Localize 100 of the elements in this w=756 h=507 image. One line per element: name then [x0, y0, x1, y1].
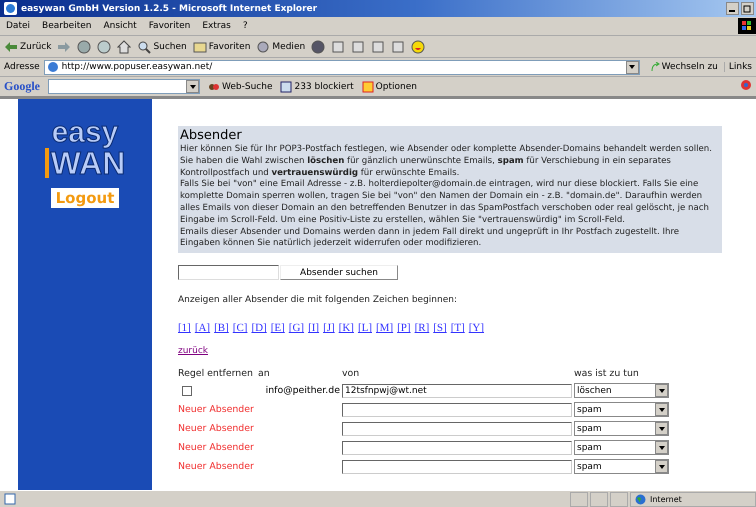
- checkbox[interactable]: [182, 386, 192, 396]
- toolbar-button[interactable]: [97, 40, 112, 54]
- info-paragraph: Hier können Sie für Ihr POP3-Postfach festlegen, wie Absender oder komplette Absender-Domains behandelt werden sollen. Sie haben die Wahl zwischen löschen für gänzlich unerwünschte Emails, spam für Verschiebung in ein separates Kontrollpostfach und vertrauenswürdig für erwünschte Emails.: [180, 144, 713, 180]
- toolbar-button[interactable]: [77, 40, 92, 54]
- arrow-icon: [650, 62, 660, 72]
- links-button[interactable]: Links: [728, 62, 756, 72]
- caret-icon: [629, 65, 636, 69]
- menu-item[interactable]: Favoriten: [148, 21, 190, 31]
- dropdown-button[interactable]: [626, 60, 639, 74]
- new-sender-label: Neuer Absender: [178, 423, 255, 434]
- square-icon: [371, 40, 386, 54]
- go-button[interactable]: Wechseln zu: [644, 62, 725, 72]
- menu-item[interactable]: ?: [242, 21, 248, 31]
- action-dropdown[interactable]: spam: [574, 402, 669, 418]
- status-panel: [570, 492, 588, 506]
- toolbar-button[interactable]: Favoriten: [192, 40, 250, 54]
- back-arrow-icon: [4, 40, 18, 52]
- menu-item[interactable]: Datei: [6, 21, 30, 31]
- filter-label: Anzeigen aller Absender die mit folgenden Zeichen beginnen:: [178, 295, 457, 306]
- web-search-button[interactable]: Web-Suche: [208, 80, 272, 92]
- letter-link[interactable]: [1]: [178, 322, 191, 334]
- sender-field[interactable]: [342, 402, 572, 417]
- menu-item[interactable]: Extras: [202, 21, 231, 31]
- caret-icon: [658, 388, 664, 393]
- browser-icon: [4, 2, 17, 15]
- smiley-icon: [411, 40, 426, 54]
- letter-link[interactable]: [M]: [376, 322, 394, 334]
- letter-link[interactable]: [T]: [450, 322, 465, 334]
- new-sender-label: Neuer Absender: [178, 442, 255, 454]
- restore-button[interactable]: [741, 2, 754, 15]
- forward-arrow-icon: [57, 40, 72, 52]
- column-header: an: [258, 368, 271, 380]
- caret-icon: [658, 426, 664, 431]
- section-heading: Absender: [180, 128, 243, 144]
- circle-icon: [311, 40, 326, 54]
- action-dropdown[interactable]: spam: [574, 440, 669, 456]
- letter-link[interactable]: [C]: [232, 322, 248, 334]
- google-search-field[interactable]: [48, 79, 200, 94]
- popup-blocker-button[interactable]: 233 blockiert: [280, 80, 354, 92]
- caret-icon: [658, 464, 664, 469]
- toolbar-button[interactable]: [371, 40, 386, 54]
- google-logo[interactable]: Google: [4, 79, 40, 94]
- square-icon: [331, 40, 346, 54]
- sender-field[interactable]: [342, 460, 572, 474]
- toolbar-button[interactable]: [411, 40, 426, 54]
- status-panel: [610, 492, 628, 506]
- caret-icon: [658, 408, 664, 412]
- options-button[interactable]: Optionen: [362, 80, 417, 92]
- back-link[interactable]: zurück: [178, 346, 208, 356]
- action-dropdown[interactable]: spam: [574, 459, 669, 474]
- letter-link[interactable]: [S]: [433, 322, 447, 334]
- letter-link[interactable]: [A]: [194, 322, 210, 334]
- letter-link[interactable]: [L]: [358, 322, 372, 334]
- letter-link[interactable]: [E]: [270, 322, 285, 334]
- sender-field[interactable]: [342, 422, 572, 436]
- status-panel: [590, 492, 608, 506]
- toolbar-button[interactable]: [311, 40, 326, 54]
- home-icon: [117, 40, 132, 54]
- column-header: Regel entfernen: [178, 368, 254, 380]
- toolbar-button[interactable]: Medien: [256, 40, 306, 54]
- toolbar-button[interactable]: [331, 40, 346, 54]
- sender-field[interactable]: [342, 440, 572, 455]
- action-dropdown[interactable]: löschen: [574, 383, 669, 398]
- letter-link[interactable]: [I]: [308, 322, 320, 334]
- page-icon: [4, 493, 16, 505]
- toolbar-button[interactable]: Suchen: [137, 40, 187, 54]
- minimize-button[interactable]: [726, 2, 739, 15]
- globe-icon: [46, 61, 59, 73]
- address-label: Adresse: [4, 62, 40, 72]
- dropdown-button[interactable]: [186, 80, 199, 93]
- menu-item[interactable]: Ansicht: [103, 21, 137, 31]
- windows-logo-icon: [738, 18, 756, 34]
- globe-icon: [635, 494, 646, 504]
- restore-icon: [743, 4, 752, 13]
- letter-link[interactable]: [B]: [214, 322, 229, 334]
- toolbar-button[interactable]: Zurück: [4, 40, 52, 52]
- window-title: easywan GmbH Version 1.2.5 - Microsoft Internet Explorer: [21, 4, 318, 14]
- letter-link[interactable]: [G]: [288, 322, 304, 334]
- logo-text: WAN: [44, 148, 126, 178]
- search-button[interactable]: Absender suchen: [280, 265, 398, 280]
- toolbar-button[interactable]: [117, 40, 132, 54]
- caret-icon: [190, 84, 196, 88]
- sender-field[interactable]: 12tsfnpwj@wt.net: [342, 384, 572, 398]
- info-paragraph: Falls Sie bei "von" eine Email Adresse - z.B. holterdiepolter@domain.de eintragen, wird nur diese blockiert. Falls Sie eine komplette Domain sperren wollen, tragen Sie bei "von" den Namen der Domain ein - z.B. "domain.de". Daraufhin werden alles Emails von dieser Domain an den betreffenden Benutzer in das SpamPostfach verschoben oder real gelöscht, je nach Eingabe im Scroll-Feld. Um eine Positiv-Liste zu erstellen, wählen Sie "vertrauenswürdig" im Scroll-Feld.: [180, 179, 710, 227]
- action-dropdown[interactable]: spam: [574, 421, 669, 436]
- folder-icon: [192, 40, 207, 54]
- letter-link[interactable]: [Y]: [468, 322, 484, 334]
- letter-link[interactable]: [J]: [323, 322, 335, 334]
- toolbar-button[interactable]: [391, 40, 406, 54]
- letter-link[interactable]: [D]: [251, 322, 267, 334]
- menu-item[interactable]: Bearbeiten: [42, 21, 92, 31]
- address-field[interactable]: http://www.popuser.easywan.net/: [44, 60, 640, 74]
- square-icon: [391, 40, 406, 54]
- letter-link[interactable]: [K]: [338, 322, 354, 334]
- letter-link[interactable]: [P]: [397, 322, 411, 334]
- toolbar-button[interactable]: [351, 40, 366, 54]
- search-icon: [137, 40, 152, 54]
- search-field[interactable]: [178, 265, 279, 280]
- letter-link[interactable]: [R]: [414, 322, 430, 334]
- logo-text: easy: [52, 119, 118, 148]
